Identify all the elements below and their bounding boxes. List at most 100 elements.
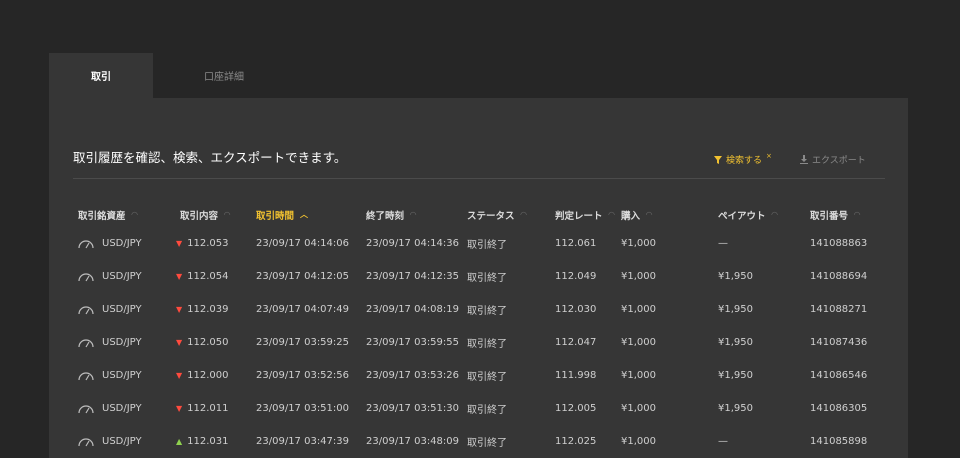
cell-text: ¥1,000	[621, 304, 656, 315]
cell-text: 23/09/17 04:08:19	[366, 304, 460, 315]
table-row[interactable]: USD/JPY ▼ 112.011 23/09/17 03:51:00 23/09/17…	[49, 392, 908, 425]
cell-judge: 112.047	[555, 326, 596, 359]
cell-text: 23/09/17 03:53:26	[366, 370, 460, 381]
cell-text: ¥1,950	[718, 403, 753, 414]
column-header-start[interactable]: 取引時間 ︿	[256, 208, 308, 223]
export-button[interactable]: エクスポート	[800, 153, 866, 166]
column-header-id[interactable]: 取引番号 ◠	[810, 208, 860, 223]
cell-text: 取引終了	[467, 438, 507, 449]
column-label: 取引内容	[180, 211, 219, 222]
cell-status: 取引終了	[467, 227, 507, 260]
gauge-icon	[78, 371, 94, 380]
cell-contents: ▼ 112.050	[176, 326, 229, 359]
cell-text: 取引終了	[467, 306, 507, 317]
cell-payout: ¥1,950	[718, 260, 753, 293]
cell-payout: —	[718, 425, 728, 458]
cell-text: 112.030	[555, 304, 597, 315]
sort-icon: ◠	[771, 210, 778, 219]
cell-text: 141086546	[810, 370, 868, 381]
column-header-status[interactable]: ステータス ◠	[467, 208, 527, 223]
column-label: 取引銘資産	[78, 211, 126, 222]
cell-text: ¥1,000	[621, 436, 656, 447]
column-label: ステータス	[467, 211, 515, 222]
cell-text: USD/JPY	[102, 271, 142, 282]
divider	[73, 178, 885, 179]
cell-text: 取引終了	[467, 405, 507, 416]
sort-icon: ◠	[224, 210, 231, 219]
clear-search-icon[interactable]: ×	[766, 152, 772, 160]
cell-text: 23/09/17 03:59:55	[366, 337, 460, 348]
cell-judge: 112.005	[555, 392, 596, 425]
cell-text: 111.998	[555, 370, 597, 381]
tab-account-details[interactable]: 口座詳細	[153, 53, 295, 98]
cell-asset: USD/JPY	[78, 293, 142, 326]
table-row[interactable]: USD/JPY ▼ 112.054 23/09/17 04:12:05 23/09/17…	[49, 260, 908, 293]
cell-text: 112.031	[187, 436, 229, 447]
cell-text: 112.061	[555, 238, 597, 249]
cell-text: 112.011	[187, 403, 229, 414]
column-header-end[interactable]: 終了時刻 ◠	[366, 208, 416, 223]
column-header-asset[interactable]: 取引銘資産 ◠	[78, 208, 138, 223]
cell-asset: USD/JPY	[78, 260, 142, 293]
column-header-buy[interactable]: 購入 ◠	[621, 208, 652, 223]
cell-payout: ¥1,950	[718, 326, 753, 359]
cell-id: 141088271	[810, 293, 867, 326]
cell-asset: USD/JPY	[78, 359, 142, 392]
filter-icon	[714, 155, 722, 164]
download-icon	[800, 155, 808, 164]
down-arrow-icon: ▼	[176, 272, 183, 281]
table-row[interactable]: USD/JPY ▲ 112.031 23/09/17 03:47:39 23/09/17…	[49, 425, 908, 458]
sort-icon: ◠	[520, 210, 527, 219]
cell-text: 取引終了	[467, 240, 507, 251]
down-arrow-icon: ▼	[176, 239, 183, 248]
cell-contents: ▼ 112.039	[176, 293, 229, 326]
cell-contents: ▼ 112.011	[176, 392, 229, 425]
column-label: 終了時刻	[366, 211, 405, 222]
cell-text: 141088863	[810, 238, 868, 249]
table-row[interactable]: USD/JPY ▼ 112.050 23/09/17 03:59:25 23/09/17…	[49, 326, 908, 359]
cell-buy: ¥1,000	[621, 359, 656, 392]
tab-trades[interactable]: 取引	[49, 53, 153, 98]
cell-payout: —	[718, 227, 728, 260]
cell-text: USD/JPY	[102, 304, 142, 315]
cell-text: ¥1,950	[718, 370, 753, 381]
cell-text: ¥1,000	[621, 271, 656, 282]
cell-buy: ¥1,000	[621, 260, 656, 293]
cell-text: ¥1,950	[718, 271, 753, 282]
cell-buy: ¥1,000	[621, 293, 656, 326]
cell-id: 141085898	[810, 425, 867, 458]
cell-text: 112.054	[187, 271, 229, 282]
cell-id: 141087436	[810, 326, 867, 359]
down-arrow-icon: ▼	[176, 338, 183, 347]
column-label: 購入	[621, 211, 641, 222]
cell-text: 23/09/17 04:12:35	[366, 271, 460, 282]
cell-asset: USD/JPY	[78, 392, 142, 425]
cell-payout: ¥1,950	[718, 293, 753, 326]
intro-text: 取引履歴を確認、検索、エクスポートできます。	[73, 150, 347, 165]
cell-id: 141088694	[810, 260, 867, 293]
cell-text: 23/09/17 03:48:09	[366, 436, 460, 447]
cell-asset: USD/JPY	[78, 326, 142, 359]
table-row[interactable]: USD/JPY ▼ 112.053 23/09/17 04:14:06 23/09/17…	[49, 227, 908, 260]
cell-text: 141087436	[810, 337, 868, 348]
table-row[interactable]: USD/JPY ▼ 112.039 23/09/17 04:07:49 23/09/17…	[49, 293, 908, 326]
sort-icon: ◠	[131, 210, 138, 219]
search-button[interactable]: 検索する ×	[714, 152, 772, 166]
cell-text: 23/09/17 04:14:06	[256, 238, 350, 249]
gauge-icon	[78, 437, 94, 446]
cell-text: 141085898	[810, 436, 868, 447]
column-header-judge[interactable]: 判定レート ◠	[555, 208, 615, 223]
gauge-icon	[78, 272, 94, 281]
cell-text: 23/09/17 03:51:00	[256, 403, 350, 414]
gauge-icon	[78, 338, 94, 347]
column-header-payout[interactable]: ペイアウト ◠	[718, 208, 778, 223]
cell-judge: 112.061	[555, 227, 596, 260]
cell-status: 取引終了	[467, 260, 507, 293]
export-label: エクスポート	[812, 156, 866, 166]
column-header-contents[interactable]: 取引内容 ◠	[180, 208, 231, 223]
cell-text: 23/09/17 04:07:49	[256, 304, 350, 315]
column-label: 判定レート	[555, 211, 603, 222]
cell-status: 取引終了	[467, 326, 507, 359]
table-row[interactable]: USD/JPY ▼ 112.000 23/09/17 03:52:56 23/09/17…	[49, 359, 908, 392]
gauge-icon	[78, 239, 94, 248]
